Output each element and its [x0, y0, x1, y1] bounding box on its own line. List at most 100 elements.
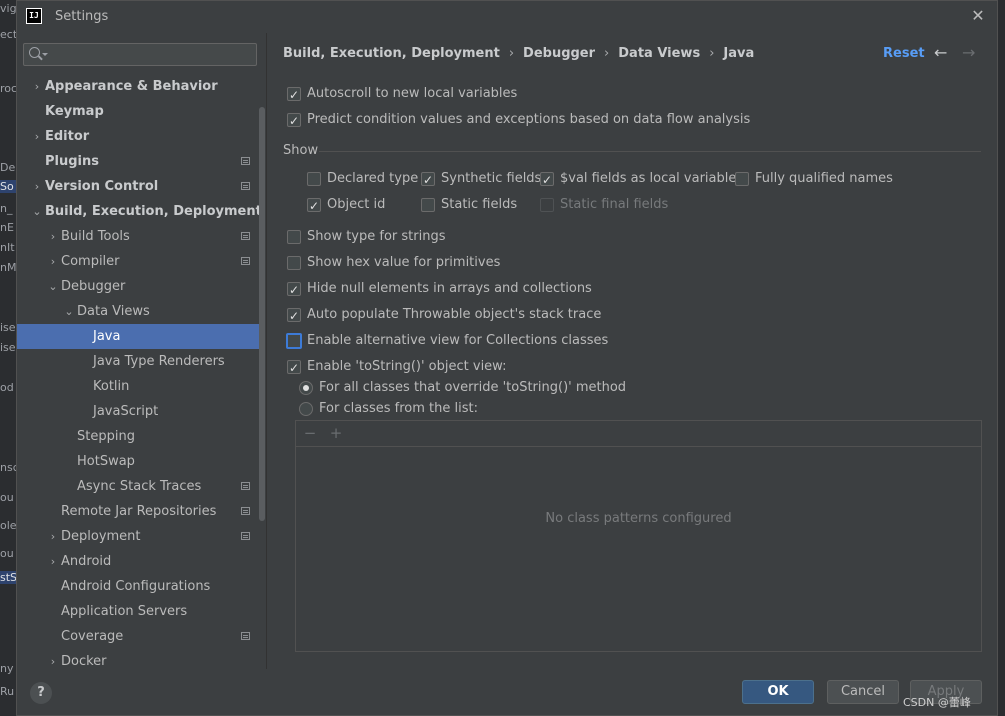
- help-button[interactable]: ?: [30, 682, 52, 704]
- sidebar-item-java-type-renderers[interactable]: Java Type Renderers: [17, 349, 259, 374]
- tostring-list-radio[interactable]: [299, 402, 313, 416]
- sidebar-item-kotlin[interactable]: Kotlin: [17, 374, 259, 399]
- separator-line: [319, 151, 981, 152]
- search-box[interactable]: [23, 43, 257, 66]
- project-level-icon: [241, 632, 250, 640]
- csdn-watermark: CSDN @蕾峰: [903, 696, 971, 709]
- hide-null-checkbox[interactable]: [287, 280, 301, 300]
- chevron-right-icon[interactable]: ›: [31, 124, 43, 149]
- predict-checkbox[interactable]: [287, 111, 301, 131]
- sidebar-scrollbar[interactable]: [259, 107, 265, 521]
- tostring-all-radio[interactable]: [299, 381, 313, 395]
- sidebar-item-android[interactable]: › Android: [17, 549, 259, 574]
- sidebar-item-data-views[interactable]: ⌄ Data Views: [17, 299, 259, 324]
- add-icon: +: [329, 424, 343, 442]
- chevron-right-icon[interactable]: ›: [47, 524, 59, 549]
- chevron-right-icon[interactable]: ›: [47, 249, 59, 274]
- chevron-right-icon[interactable]: ›: [31, 174, 43, 199]
- alt-view-label: Enable alternative view for Collections …: [307, 333, 609, 348]
- val-fields-checkbox[interactable]: [540, 170, 554, 190]
- sidebar-item-label: HotSwap: [77, 454, 135, 469]
- alt-view-checkbox[interactable]: [286, 333, 302, 349]
- sidebar-item-coverage[interactable]: Coverage: [17, 624, 259, 649]
- ide-fragment: od: [0, 381, 14, 394]
- sidebar-item-hotswap[interactable]: HotSwap: [17, 449, 259, 474]
- object-id-checkbox[interactable]: [307, 196, 321, 216]
- sidebar-item-async-stack-traces[interactable]: Async Stack Traces: [17, 474, 259, 499]
- project-level-icon: [241, 532, 250, 540]
- project-level-icon: [241, 182, 250, 190]
- sidebar-item-java[interactable]: Java: [17, 324, 259, 349]
- project-level-icon: [241, 232, 250, 240]
- close-icon[interactable]: ✕: [969, 7, 987, 25]
- autoscroll-label: Autoscroll to new local variables: [307, 86, 518, 101]
- sidebar-item-label: Kotlin: [93, 379, 130, 394]
- ide-fragment: Ru: [0, 685, 15, 698]
- sidebar-item-build-execution-deployment[interactable]: ⌄ Build, Execution, Deployment: [17, 199, 262, 224]
- type-strings-checkbox[interactable]: [287, 230, 301, 244]
- sidebar-item-javascript[interactable]: JavaScript: [17, 399, 259, 424]
- sidebar-item-label: Plugins: [45, 154, 99, 169]
- sidebar-item-label: Debugger: [61, 279, 126, 294]
- static-final-fields-checkbox: [540, 198, 554, 212]
- sidebar-item-label: Android Configurations: [61, 579, 211, 594]
- search-history-dropdown-icon[interactable]: [42, 53, 48, 56]
- static-fields-checkbox[interactable]: [421, 198, 435, 212]
- ok-button[interactable]: OK: [742, 680, 814, 704]
- tostring-checkbox[interactable]: [287, 358, 301, 378]
- sidebar-item-label: Build Tools: [61, 229, 130, 244]
- declared-type-checkbox[interactable]: [307, 172, 321, 186]
- autoscroll-checkbox[interactable]: [287, 85, 301, 105]
- ide-fragment: n_: [0, 202, 13, 215]
- chevron-down-icon[interactable]: ⌄: [63, 299, 75, 324]
- sidebar-item-label: Java: [93, 329, 121, 344]
- project-level-icon: [241, 507, 250, 515]
- sidebar-item-stepping[interactable]: Stepping: [17, 424, 259, 449]
- breadcrumb-separator-icon: ›: [604, 46, 610, 61]
- forward-arrow-icon: →: [962, 43, 976, 62]
- sidebar-item-label: Build, Execution, Deployment: [45, 204, 262, 219]
- sidebar-item-label: Android: [61, 554, 112, 569]
- ide-fragment: nsc: [0, 461, 16, 474]
- ide-fragment: ise: [0, 341, 16, 354]
- remove-icon: −: [303, 424, 317, 442]
- synthetic-fields-checkbox[interactable]: [421, 170, 435, 190]
- sidebar-item-remote-jar-repositories[interactable]: Remote Jar Repositories: [17, 499, 259, 524]
- throwable-checkbox[interactable]: [287, 306, 301, 326]
- sidebar-item-debugger[interactable]: ⌄ Debugger: [17, 274, 259, 299]
- project-level-icon: [241, 157, 250, 165]
- sidebar-item-plugins[interactable]: Plugins: [17, 149, 259, 174]
- back-arrow-icon[interactable]: ←: [934, 43, 947, 62]
- sidebar-item-appearance-behavior[interactable]: › Appearance & Behavior: [17, 74, 259, 99]
- sidebar-item-compiler[interactable]: › Compiler: [17, 249, 259, 274]
- sidebar-item-android-configurations[interactable]: Android Configurations: [17, 574, 259, 599]
- fully-qualified-checkbox[interactable]: [735, 172, 749, 186]
- ide-fragment: vig: [0, 2, 16, 15]
- search-input[interactable]: [50, 46, 250, 63]
- sidebar-item-label: Java Type Renderers: [93, 354, 225, 369]
- val-fields-label: $val fields as local variables: [560, 171, 744, 186]
- chevron-down-icon[interactable]: ⌄: [47, 274, 59, 299]
- sidebar-item-editor[interactable]: › Editor: [17, 124, 259, 149]
- predict-label: Predict condition values and exceptions …: [307, 112, 751, 127]
- chevron-down-icon[interactable]: ⌄: [31, 199, 43, 224]
- chevron-right-icon[interactable]: ›: [47, 224, 59, 249]
- reset-link[interactable]: Reset: [883, 46, 925, 61]
- sidebar-item-label: JavaScript: [93, 404, 159, 419]
- intellij-logo-icon: IJ: [26, 8, 42, 24]
- sidebar-item-version-control[interactable]: › Version Control: [17, 174, 259, 199]
- type-strings-label: Show type for strings: [307, 229, 446, 244]
- sidebar-item-build-tools[interactable]: › Build Tools: [17, 224, 259, 249]
- dialog-title: Settings: [55, 9, 109, 24]
- breadcrumb: Build, Execution, Deployment › Debugger › Da…: [283, 46, 754, 61]
- cancel-button[interactable]: Cancel: [827, 680, 899, 704]
- throwable-label: Auto populate Throwable object's stack t…: [307, 307, 602, 322]
- chevron-right-icon[interactable]: ›: [31, 74, 43, 99]
- sidebar-item-application-servers[interactable]: Application Servers: [17, 599, 259, 624]
- declared-type-label: Declared type: [327, 171, 419, 186]
- sidebar-item-deployment[interactable]: › Deployment: [17, 524, 259, 549]
- chevron-right-icon[interactable]: ›: [47, 549, 59, 574]
- hex-primitives-checkbox[interactable]: [287, 256, 301, 270]
- sidebar-item-keymap[interactable]: Keymap: [17, 99, 259, 124]
- empty-list-text: No class patterns configured: [545, 511, 732, 526]
